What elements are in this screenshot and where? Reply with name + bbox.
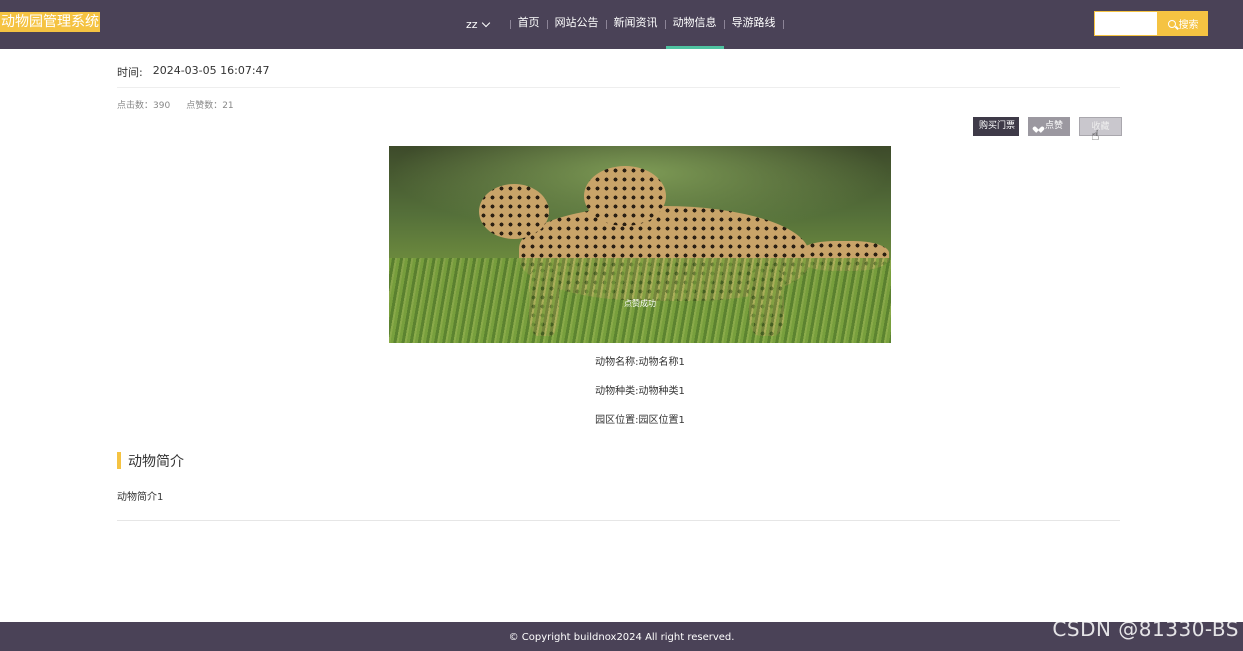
search-button-label: 搜索 <box>1178 20 1199 31</box>
nav-item-tour-routes[interactable]: 导游路线 <box>732 0 776 49</box>
time-value: 2024-03-05 16:07:47 <box>152 64 270 77</box>
user-name: zz <box>466 18 478 31</box>
section-title-text: 动物简介 <box>128 453 184 470</box>
heart-icon <box>1035 124 1042 130</box>
stats-row: 点击数：390 点赞数：21 <box>117 98 234 111</box>
nav-item-news[interactable]: 新闻资讯 <box>614 0 658 49</box>
search-icon <box>1167 19 1176 28</box>
site-logo[interactable]: 动物园管理系统 <box>0 12 100 32</box>
user-menu[interactable]: zz <box>466 18 490 31</box>
nav-separator <box>782 20 784 29</box>
nav-separator <box>509 20 511 29</box>
click-count: 点击数：390 <box>117 101 171 111</box>
nav-item-announcements[interactable]: 网站公告 <box>555 0 599 49</box>
like-button[interactable]: 点赞 <box>1028 117 1070 136</box>
animal-intro: 动物简介1 <box>117 492 164 503</box>
divider <box>117 87 1120 88</box>
animal-location: 园区位置:园区位置1 <box>595 415 685 426</box>
animal-name: 动物名称:动物名称1 <box>595 357 685 368</box>
nav-separator <box>723 20 725 29</box>
search-box: 搜索 <box>1094 11 1208 36</box>
nav-separator <box>664 20 666 29</box>
toast-message: 点赞成功 <box>624 299 656 308</box>
animal-type: 动物种类:动物种类1 <box>595 386 685 397</box>
section-accent-bar <box>117 452 121 469</box>
time-label: 时间: <box>117 66 143 79</box>
photo-detail <box>479 184 549 239</box>
animal-photo: 点赞成功 <box>389 146 891 343</box>
top-navbar: 动物园管理系统 zz 首页 网站公告 新闻资讯 动物信息 导游路线 搜索 <box>0 0 1243 49</box>
section-title: 动物简介 <box>117 452 184 470</box>
hand-cursor-icon: ☝ <box>1091 128 1100 144</box>
search-input[interactable] <box>1094 11 1158 36</box>
nav-separator <box>546 20 548 29</box>
action-buttons: 购买门票 点赞 收藏 <box>973 117 1122 136</box>
buy-ticket-button[interactable]: 购买门票 <box>973 117 1019 136</box>
like-count: 点赞数：21 <box>186 101 234 111</box>
photo-detail <box>584 166 666 226</box>
like-button-label: 点赞 <box>1044 121 1063 131</box>
divider <box>117 520 1120 521</box>
main-nav: zz 首页 网站公告 新闻资讯 动物信息 导游路线 <box>466 0 791 49</box>
nav-item-animals[interactable]: 动物信息 <box>665 0 724 49</box>
nav-separator <box>605 20 607 29</box>
chevron-down-icon <box>481 18 490 28</box>
copyright-text: © Copyright buildnox2024 All right reser… <box>508 632 735 643</box>
publish-time: 时间: 2024-03-05 16:07:47 <box>117 64 270 80</box>
watermark: CSDN @81330-BS <box>1052 617 1239 641</box>
search-button[interactable]: 搜索 <box>1158 11 1208 36</box>
favorite-button[interactable]: 收藏 <box>1079 117 1122 136</box>
nav-item-home[interactable]: 首页 <box>518 0 540 49</box>
